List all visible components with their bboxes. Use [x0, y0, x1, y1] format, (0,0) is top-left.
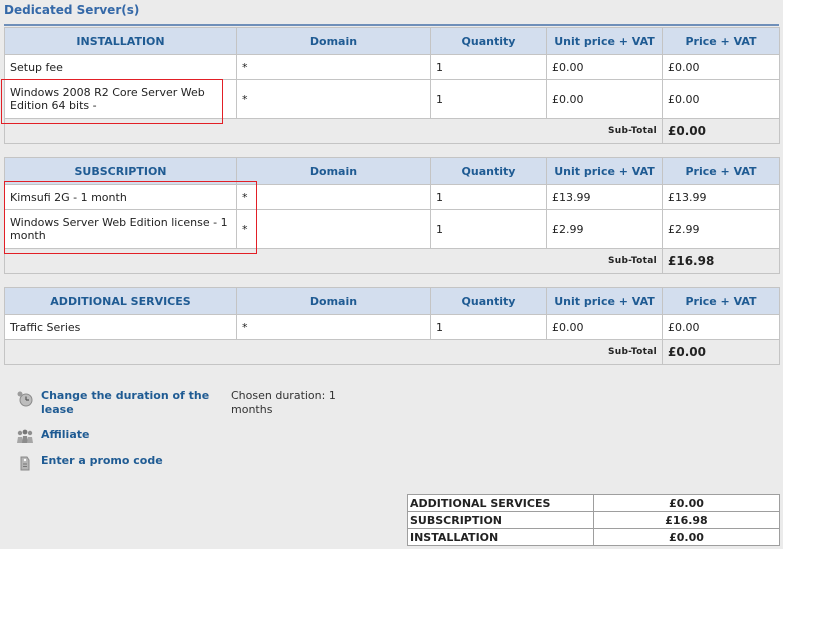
title-divider [4, 24, 779, 26]
table-row: Windows 2008 R2 Core Server Web Edition … [4, 79, 780, 119]
unit-price-cell: £0.00 [546, 314, 663, 340]
subtotal-label: Sub-Total [4, 339, 663, 365]
summary-amount: £16.98 [593, 511, 780, 529]
unit-price-cell: £13.99 [546, 184, 663, 210]
price-column-header: Price + VAT [662, 27, 780, 55]
order-panel: Dedicated Server(s) INSTALLATION Domain … [0, 0, 783, 549]
table-row: Kimsufi 2G - 1 month * 1 £13.99 £13.99 [4, 184, 780, 210]
installation-header-row: INSTALLATION Domain Quantity Unit price … [4, 27, 780, 55]
unit-price-column-header: Unit price + VAT [546, 27, 663, 55]
installation-table: INSTALLATION Domain Quantity Unit price … [4, 27, 780, 144]
quantity-cell: 1 [430, 54, 547, 80]
unit-price-column-header: Unit price + VAT [546, 157, 663, 185]
summary-label: SUBSCRIPTION [407, 511, 594, 529]
subtotal-label: Sub-Total [4, 118, 663, 144]
domain-cell: * [236, 209, 431, 249]
item-cell: Setup fee [4, 54, 237, 80]
quantity-column-header: Quantity [430, 27, 547, 55]
summary-row: ADDITIONAL SERVICES £0.00 [407, 494, 780, 512]
item-cell: Windows Server Web Edition license - 1 m… [4, 209, 237, 249]
subtotal-row: Sub-Total £0.00 [4, 339, 780, 365]
subtotal-row: Sub-Total £16.98 [4, 248, 780, 274]
domain-column-header: Domain [236, 157, 431, 185]
price-cell: £2.99 [662, 209, 780, 249]
quantity-column-header: Quantity [430, 157, 547, 185]
promo-code-action[interactable]: Enter a promo code [16, 454, 163, 472]
domain-column-header: Domain [236, 27, 431, 55]
clock-icon [16, 389, 34, 407]
quantity-cell: 1 [430, 314, 547, 340]
promo-code-link[interactable]: Enter a promo code [41, 454, 163, 468]
price-cell: £0.00 [662, 79, 780, 119]
item-cell: Windows 2008 R2 Core Server Web Edition … [4, 79, 237, 119]
summary-row: SUBSCRIPTION £16.98 [407, 511, 780, 529]
quantity-cell: 1 [430, 79, 547, 119]
installation-subtotal: £0.00 [662, 118, 780, 144]
price-cell: £13.99 [662, 184, 780, 210]
domain-cell: * [236, 79, 431, 119]
chosen-duration-text: Chosen duration: 1 months [231, 389, 336, 416]
totals-summary-table: ADDITIONAL SERVICES £0.00 SUBSCRIPTION £… [407, 494, 780, 546]
summary-label: ADDITIONAL SERVICES [407, 494, 594, 512]
subscription-subtotal: £16.98 [662, 248, 780, 274]
summary-row: INSTALLATION £0.00 [407, 528, 780, 546]
additional-section-header: ADDITIONAL SERVICES [4, 287, 237, 315]
unit-price-cell: £2.99 [546, 209, 663, 249]
table-row: Traffic Series * 1 £0.00 £0.00 [4, 314, 780, 340]
item-cell: Traffic Series [4, 314, 237, 340]
unit-price-column-header: Unit price + VAT [546, 287, 663, 315]
summary-amount: £0.00 [593, 494, 780, 512]
subtotal-row: Sub-Total £0.00 [4, 118, 780, 144]
domain-cell: * [236, 184, 431, 210]
table-row: Setup fee * 1 £0.00 £0.00 [4, 54, 780, 80]
additional-services-table: ADDITIONAL SERVICES Domain Quantity Unit… [4, 287, 780, 365]
people-icon [16, 428, 34, 446]
domain-cell: * [236, 314, 431, 340]
price-cell: £0.00 [662, 314, 780, 340]
coupon-icon [16, 454, 34, 472]
summary-amount: £0.00 [593, 528, 780, 546]
change-duration-action[interactable]: Change the duration of the lease [16, 389, 211, 417]
price-column-header: Price + VAT [662, 287, 780, 315]
price-cell: £0.00 [662, 54, 780, 80]
affiliate-link[interactable]: Affiliate [41, 428, 89, 442]
installation-section-header: INSTALLATION [4, 27, 237, 55]
additional-subtotal: £0.00 [662, 339, 780, 365]
unit-price-cell: £0.00 [546, 79, 663, 119]
quantity-cell: 1 [430, 209, 547, 249]
affiliate-action[interactable]: Affiliate [16, 428, 89, 446]
subtotal-label: Sub-Total [4, 248, 663, 274]
subscription-table: SUBSCRIPTION Domain Quantity Unit price … [4, 157, 780, 274]
page-title: Dedicated Server(s) [4, 3, 140, 17]
quantity-cell: 1 [430, 184, 547, 210]
subscription-section-header: SUBSCRIPTION [4, 157, 237, 185]
table-row: Windows Server Web Edition license - 1 m… [4, 209, 780, 249]
domain-cell: * [236, 54, 431, 80]
item-cell: Kimsufi 2G - 1 month [4, 184, 237, 210]
change-duration-link[interactable]: Change the duration of the lease [41, 389, 211, 417]
summary-label: INSTALLATION [407, 528, 594, 546]
domain-column-header: Domain [236, 287, 431, 315]
quantity-column-header: Quantity [430, 287, 547, 315]
additional-header-row: ADDITIONAL SERVICES Domain Quantity Unit… [4, 287, 780, 315]
unit-price-cell: £0.00 [546, 54, 663, 80]
price-column-header: Price + VAT [662, 157, 780, 185]
subscription-header-row: SUBSCRIPTION Domain Quantity Unit price … [4, 157, 780, 185]
